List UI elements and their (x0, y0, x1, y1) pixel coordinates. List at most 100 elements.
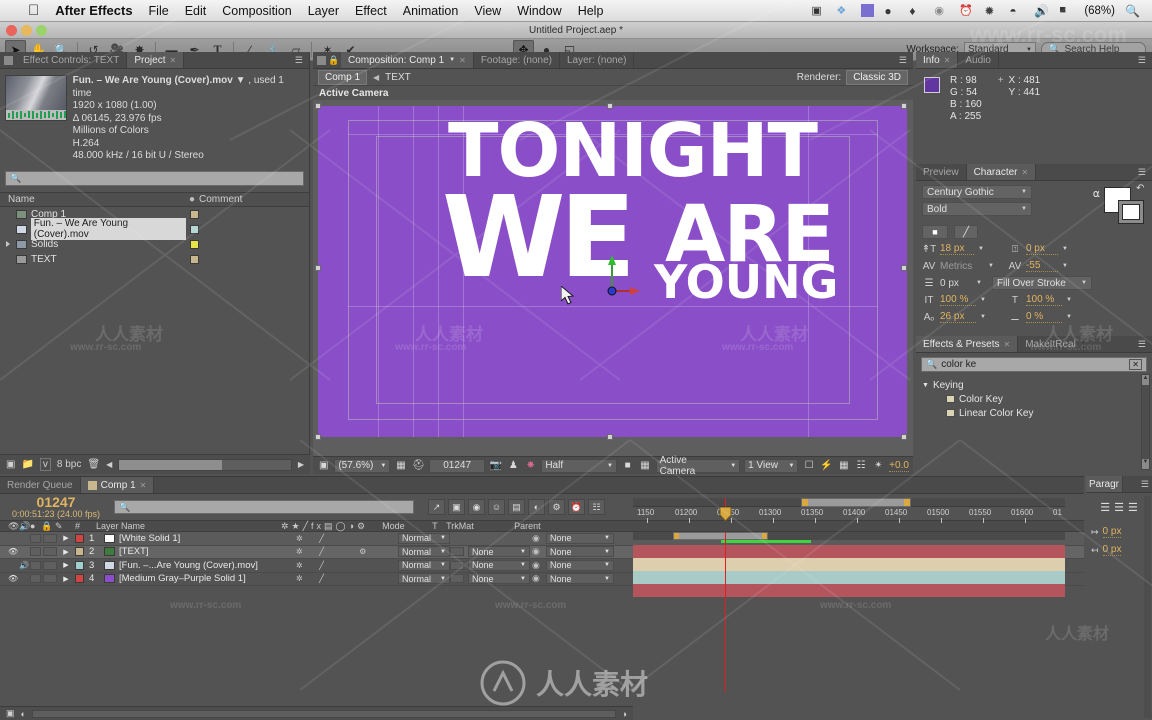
panel-drag-handle[interactable] (0, 52, 16, 68)
horizontal-scale-value[interactable]: 100 % (1025, 294, 1062, 306)
layer-name[interactable]: [Fun. –...Are Young (Cover).mov] (119, 560, 294, 571)
delete-icon[interactable]: 🗑 (87, 459, 100, 470)
align-right-icon[interactable]: ☰ (1128, 501, 1138, 514)
menu-view[interactable]: View (474, 4, 501, 18)
effects-panel-menu-button[interactable]: ☰ (1132, 336, 1152, 352)
time-machine-icon[interactable]: ⏰ (959, 4, 974, 17)
time-indicator-icon[interactable] (719, 507, 732, 523)
blend-mode-dropdown[interactable]: Normal ▼ (398, 532, 450, 544)
disclosure-triangle-icon[interactable]: ▶ (57, 561, 75, 569)
resize-handle[interactable] (901, 265, 907, 271)
chevron-down-icon[interactable]: ▼ (236, 75, 246, 86)
menu-animation[interactable]: Animation (403, 4, 459, 18)
clear-search-icon[interactable]: ✕ (1129, 359, 1142, 370)
stroke-swatch-small[interactable]: ╱ (954, 225, 978, 239)
indent-left-value[interactable]: 0 px (1102, 526, 1122, 538)
menu-edit[interactable]: Edit (185, 4, 207, 18)
effect-item[interactable]: Linear Color Key (922, 406, 1146, 420)
label-column-icon[interactable]: ✎ (55, 521, 75, 532)
layer-switches[interactable]: ✲ ╱ ⚙ (294, 547, 390, 556)
parent-dropdown[interactable]: None ▼ (546, 559, 614, 571)
close-icon[interactable]: ✕ (459, 56, 466, 65)
tab-makeitreal[interactable]: MakeItReal (1018, 336, 1084, 352)
grid-guides-icon[interactable]: ▦ (394, 459, 407, 473)
tab-character[interactable]: Character ✕ (966, 164, 1037, 180)
label-swatch[interactable] (190, 239, 199, 249)
label-swatch[interactable] (75, 547, 84, 557)
lock-toggle[interactable] (43, 560, 57, 570)
vertical-scale-value[interactable]: 100 % (940, 294, 976, 306)
dropbox-icon[interactable]: ❖ (836, 4, 851, 17)
layer-switches[interactable]: ✲ ╱ (294, 574, 390, 583)
layer-switches[interactable]: ✲ ╱ (294, 534, 390, 543)
menu-window[interactable]: Window (517, 4, 561, 18)
kerning-value[interactable]: Metrics (940, 261, 984, 272)
effects-vertical-scrollbar[interactable]: ▲ ▼ (1141, 374, 1150, 470)
timeline-search-input[interactable]: 🔍 (114, 500, 414, 514)
label-swatch[interactable] (75, 560, 84, 570)
menu-file[interactable]: File (149, 4, 169, 18)
layer-bar[interactable] (633, 545, 1065, 558)
character-panel-menu-button[interactable]: ☰ (1132, 164, 1152, 180)
disclosure-triangle-icon[interactable]: ▼ (922, 382, 929, 389)
chevron-down-icon[interactable]: ▼ (449, 57, 455, 63)
lock-toggle[interactable] (43, 574, 57, 584)
region-of-interest-icon[interactable]: ⛑ (412, 459, 425, 473)
video-toggle-icon[interactable]: 👁 (8, 521, 19, 532)
disclosure-triangle-icon[interactable]: ▶ (57, 548, 75, 556)
tab-composition[interactable]: Composition: Comp 1 ▼ ✕ (341, 52, 474, 68)
solo-toggle-icon[interactable]: ● (30, 521, 41, 531)
work-area-bar[interactable] (801, 498, 911, 507)
snapshot-camera-icon[interactable]: 📷 (489, 459, 502, 473)
layer-name[interactable]: [White Solid 1] (119, 533, 294, 544)
label-swatch[interactable] (190, 254, 199, 264)
tab-info[interactable]: Info ✕ (916, 52, 959, 68)
timeline-zoom-in-icon[interactable]: ◑ (622, 709, 627, 719)
region-of-interest-toggle-icon[interactable]: ■ (621, 459, 634, 473)
magnification-icon[interactable]: ▣ (317, 459, 330, 473)
font-family-dropdown[interactable]: Century Gothic ▼ (922, 185, 1032, 199)
new-folder-icon[interactable]: 📁 (21, 459, 33, 470)
bit-depth-icon[interactable]: v (39, 458, 51, 471)
timeline-icon[interactable]: ▦ (837, 459, 850, 473)
paragraph-panel-menu-button[interactable]: ☰ (1138, 476, 1152, 492)
font-style-dropdown[interactable]: Bold ▼ (922, 202, 1032, 216)
timeline-zoom-out-icon[interactable]: ◐ (21, 709, 26, 719)
motion-blur-icon[interactable]: ◐ (528, 499, 545, 515)
column-trkmat[interactable]: TrkMat (446, 521, 514, 531)
auto-keyframe-icon[interactable]: ⏰ (568, 499, 585, 515)
draft-3d-icon[interactable]: ◉ (468, 499, 485, 515)
align-left-icon[interactable]: ☰ (1100, 501, 1110, 514)
video-toggle[interactable]: 👁 (8, 547, 19, 556)
renderer-value[interactable]: Classic 3D (846, 69, 908, 85)
tab-render-queue[interactable]: Render Queue (0, 477, 81, 493)
blend-mode-dropdown[interactable]: Normal ▼ (398, 559, 450, 571)
comp-flowchart-icon[interactable]: ☷ (854, 459, 867, 473)
wifi-icon[interactable]: ◓ (1009, 4, 1024, 18)
close-icon[interactable]: ✕ (140, 481, 147, 490)
trkmat-dropdown[interactable]: None ▼ (468, 573, 530, 585)
timeline-ruler[interactable]: 1150 01200 01250 01300 01350 01400 01450… (633, 498, 1065, 528)
fill-swatch-small[interactable]: ■ (922, 225, 948, 239)
resize-handle[interactable] (315, 434, 321, 440)
tab-paragraph[interactable]: Paragr (1086, 476, 1124, 492)
tracking-value[interactable]: -55 (1025, 260, 1058, 272)
composition-canvas[interactable]: TONIGHT WE ARE YOUNG (318, 106, 907, 437)
toggle-switches-modes-icon[interactable]: ▣ (6, 708, 15, 719)
disclosure-triangle-icon[interactable] (6, 241, 10, 247)
scroll-left-arrow[interactable]: ◀ (106, 460, 112, 469)
list-item[interactable]: Fun. – We Are Young (Cover).mov (0, 218, 309, 240)
horizontal-scrollbar[interactable] (118, 458, 292, 471)
parent-dropdown[interactable]: None ▼ (546, 532, 614, 544)
baseline-shift-value[interactable]: 26 px (940, 311, 976, 323)
chevron-down-icon[interactable]: ▼ (1062, 263, 1068, 269)
resize-handle[interactable] (607, 103, 613, 109)
close-icon[interactable]: ✕ (1004, 340, 1011, 349)
new-comp-icon[interactable]: ▣ (6, 459, 15, 470)
list-item[interactable]: TEXT (0, 252, 309, 267)
parent-dropdown[interactable]: None ▼ (546, 546, 614, 558)
evernote-icon[interactable]: ● (884, 4, 899, 18)
resolution-dropdown[interactable]: Half ▼ (541, 458, 617, 473)
tab-audio[interactable]: Audio (958, 52, 999, 68)
chevron-down-icon[interactable]: ▼ (1066, 297, 1072, 303)
